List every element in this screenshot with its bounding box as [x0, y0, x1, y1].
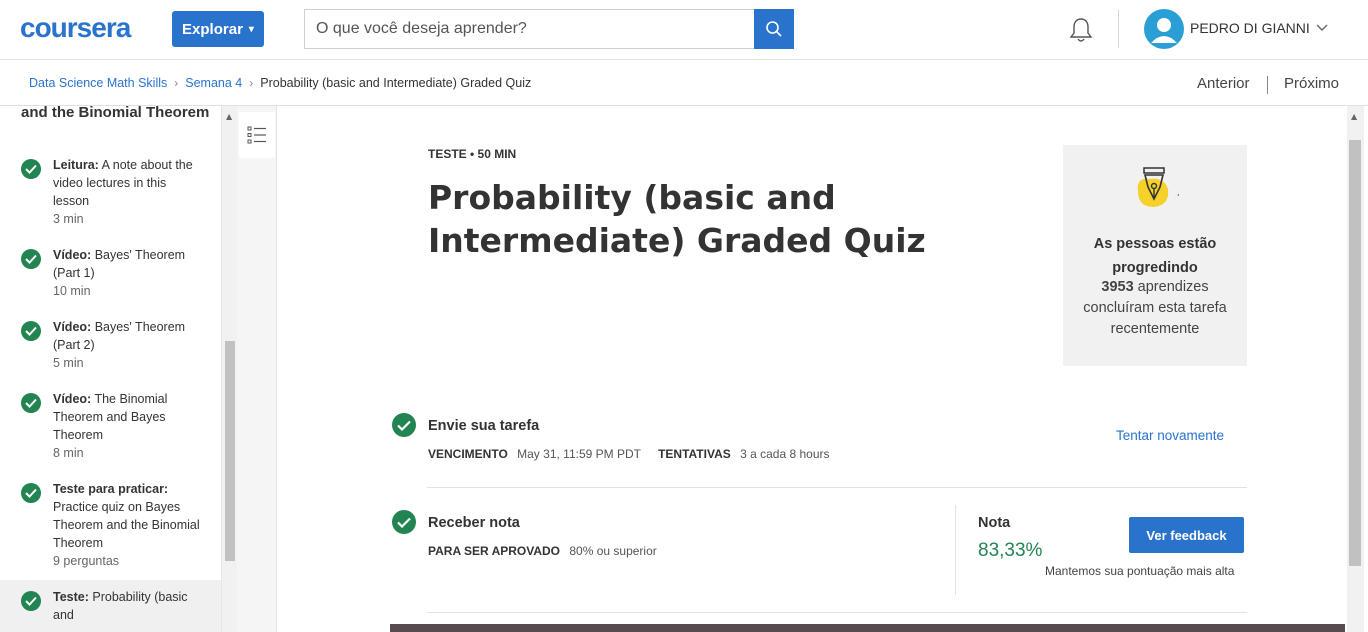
- explore-button[interactable]: Explorar ▾: [172, 11, 264, 47]
- explore-label: Explorar: [182, 20, 243, 38]
- submit-step-details: VENCIMENTO May 31, 11:59 PM PDT TENTATIV…: [428, 447, 830, 461]
- check-icon: [21, 249, 41, 269]
- breadcrumb-bar: Data Science Math Skills › Semana 4 › Pr…: [0, 61, 1368, 106]
- progress-text: 3953 aprendizes concluíram esta tarefa r…: [1063, 277, 1247, 340]
- sidebar-item-text: Teste para praticar: Practice quiz on Ba…: [53, 480, 203, 570]
- sidebar-item-text: Vídeo: Bayes' Theorem (Part 1) 10 min: [53, 246, 203, 300]
- coursera-logo[interactable]: coursera: [20, 12, 131, 44]
- pass-label: PARA SER APROVADO: [428, 544, 561, 558]
- sidebar-item[interactable]: Teste para praticar: Practice quiz on Ba…: [0, 478, 221, 576]
- scroll-up-icon[interactable]: ▲: [226, 112, 232, 121]
- divider: [427, 487, 1247, 488]
- progress-count: 3953: [1101, 279, 1134, 295]
- due-label: VENCIMENTO: [428, 447, 508, 461]
- outline-toggle-button[interactable]: [239, 112, 275, 158]
- sidebar-scrollbar[interactable]: ▲: [221, 106, 237, 632]
- check-icon: [21, 483, 41, 503]
- progress-card: , As pessoas estão progredindo 3953 apre…: [1063, 145, 1247, 366]
- grade-note: Mantemos sua pontuação mais alta: [1045, 564, 1235, 578]
- scroll-up-icon[interactable]: ▲: [1351, 112, 1357, 121]
- breadcrumb-course[interactable]: Data Science Math Skills: [29, 76, 167, 90]
- sidebar-item-text: Teste: Probability (basic and: [53, 588, 203, 624]
- check-icon: [21, 393, 41, 413]
- bell-icon: [1069, 18, 1093, 42]
- divider: [427, 612, 1247, 613]
- breadcrumb-current: Probability (basic and Intermediate) Gra…: [260, 76, 532, 90]
- sidebar-item-text: Vídeo: Bayes' Theorem (Part 2) 5 min: [53, 318, 203, 372]
- retry-link[interactable]: Tentar novamente: [1116, 428, 1224, 443]
- previous-link[interactable]: Anterior: [1197, 75, 1250, 92]
- course-sidebar: and the Binomial Theorem Leitura: A note…: [0, 106, 221, 632]
- item-type: Vídeo:: [53, 248, 92, 262]
- chevron-right-icon: ›: [249, 76, 254, 90]
- sidebar-item[interactable]: Vídeo: Bayes' Theorem (Part 2) 5 min: [0, 316, 221, 378]
- sidebar-item[interactable]: Leitura: A note about the video lectures…: [0, 154, 221, 234]
- list-icon: [247, 126, 266, 144]
- chevron-down-icon: ▾: [248, 23, 254, 35]
- item-meta: 9 perguntas: [53, 554, 120, 568]
- item-meta: 10 min: [53, 284, 91, 298]
- header-divider: [1118, 10, 1119, 48]
- item-type: Teste para praticar:: [53, 482, 169, 496]
- check-icon: [21, 321, 41, 341]
- scrollbar-thumb[interactable]: [225, 341, 235, 561]
- outline-toggle-strip: [237, 106, 277, 632]
- sidebar-lesson-heading: and the Binomial Theorem: [21, 106, 210, 121]
- breadcrumb: Data Science Math Skills › Semana 4 › Pr…: [29, 76, 531, 90]
- page-title: Probability (basic and Intermediate) Gra…: [428, 178, 926, 260]
- user-avatar-icon[interactable]: [1144, 9, 1184, 49]
- check-icon: [21, 591, 41, 611]
- quiz-meta: TESTE • 50 MIN: [428, 147, 517, 161]
- item-type: Leitura:: [53, 158, 99, 172]
- item-meta: 3 min: [53, 212, 84, 226]
- sidebar-item[interactable]: Vídeo: Bayes' Theorem (Part 1) 10 min: [0, 244, 221, 306]
- item-title: Practice quiz on Bayes Theorem and the B…: [53, 500, 200, 550]
- pen-nib-icon: ,: [1137, 167, 1180, 207]
- search-button[interactable]: [754, 9, 794, 49]
- main-scrollbar[interactable]: ▲: [1347, 106, 1364, 632]
- grade-value: 83,33%: [978, 540, 1043, 561]
- search-input[interactable]: O que você deseja aprender?: [304, 9, 754, 49]
- attempts-label: TENTATIVAS: [658, 447, 731, 461]
- item-meta: 8 min: [53, 446, 84, 460]
- check-icon: [392, 510, 416, 534]
- sidebar-item-text: Leitura: A note about the video lectures…: [53, 156, 203, 228]
- item-meta: 5 min: [53, 356, 84, 370]
- grade-step-title: Receber nota: [428, 515, 520, 531]
- chevron-right-icon: ›: [174, 76, 179, 90]
- item-type: Vídeo:: [53, 320, 92, 334]
- taskbar-edge: [390, 624, 1345, 632]
- chevron-down-icon: [1316, 24, 1328, 31]
- check-icon: [21, 159, 41, 179]
- sidebar-item-text: Vídeo: The Binomial Theorem and Bayes Th…: [53, 390, 203, 462]
- nav-divider: [1267, 76, 1268, 94]
- grade-step-details: PARA SER APROVADO 80% ou superior: [428, 544, 657, 558]
- progress-title: As pessoas estão progredindo: [1093, 236, 1217, 276]
- sidebar-item-active[interactable]: Teste: Probability (basic and: [0, 580, 221, 632]
- view-feedback-button[interactable]: Ver feedback: [1129, 517, 1244, 553]
- grade-label: Nota: [978, 515, 1011, 531]
- attempts-value: 3 a cada 8 hours: [740, 447, 830, 461]
- check-icon: [392, 413, 416, 437]
- notifications-button[interactable]: [1068, 16, 1094, 48]
- pass-value: 80% ou superior: [569, 544, 657, 558]
- item-type: Vídeo:: [53, 392, 92, 406]
- sidebar-item[interactable]: Vídeo: The Binomial Theorem and Bayes Th…: [0, 388, 221, 468]
- top-header: coursera Explorar ▾ O que você deseja ap…: [0, 0, 1368, 60]
- svg-text:,: ,: [1177, 188, 1180, 197]
- user-menu[interactable]: PEDRO DI GIANNI: [1190, 20, 1328, 36]
- search-icon: [766, 21, 782, 37]
- vertical-divider: [955, 505, 956, 595]
- submit-step-title: Envie sua tarefa: [428, 418, 540, 434]
- next-link[interactable]: Próximo: [1284, 75, 1339, 92]
- user-name: PEDRO DI GIANNI: [1190, 20, 1310, 36]
- due-value: May 31, 11:59 PM PDT: [517, 447, 641, 461]
- scrollbar-thumb[interactable]: [1349, 140, 1361, 566]
- item-type: Teste:: [53, 590, 89, 604]
- breadcrumb-week[interactable]: Semana 4: [185, 76, 242, 90]
